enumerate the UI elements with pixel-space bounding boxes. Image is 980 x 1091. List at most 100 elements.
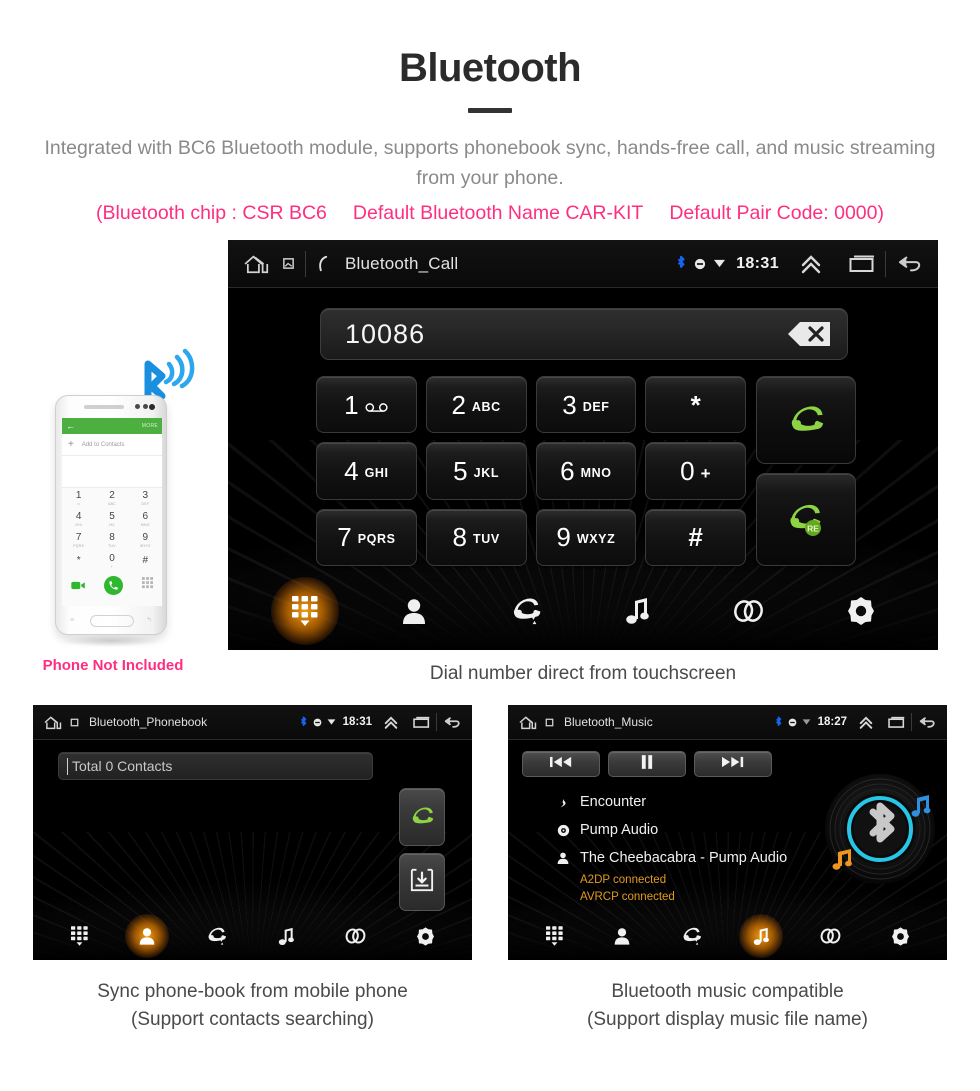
previous-track-button[interactable]: [522, 751, 600, 777]
nav-pair[interactable]: [733, 599, 764, 623]
statusbar-divider: [305, 250, 306, 277]
recent-apps-icon[interactable]: [849, 254, 875, 274]
recent-apps-icon[interactable]: [888, 716, 905, 729]
key-1[interactable]: 1: [316, 376, 417, 434]
nav-call-history[interactable]: [681, 926, 702, 946]
phone-key: 4 GHI: [62, 509, 96, 530]
next-track-button[interactable]: [694, 751, 772, 777]
back-icon[interactable]: [918, 715, 937, 730]
mute-icon: [313, 718, 322, 727]
nav-contacts[interactable]: [402, 598, 426, 624]
key-hash[interactable]: #: [645, 508, 746, 566]
spec-chip: (Bluetooth chip : CSR BC6: [96, 202, 327, 225]
signal-icon: [713, 258, 726, 269]
redial-button[interactable]: RE: [756, 473, 856, 566]
bottom-nav: [508, 912, 947, 960]
nav-settings[interactable]: [892, 926, 910, 946]
nav-call-history[interactable]: [206, 926, 227, 946]
nav-dialpad[interactable]: [291, 596, 318, 626]
phone-shadow: [61, 635, 161, 647]
phone-action-row: [62, 572, 162, 599]
bluetooth-icon: [299, 716, 308, 729]
key-2[interactable]: 2 ABC: [425, 376, 527, 434]
screen-icon[interactable]: [70, 718, 79, 727]
back-icon[interactable]: [443, 715, 462, 730]
nav-pair[interactable]: [345, 928, 366, 944]
key-0[interactable]: 0 +: [645, 442, 746, 500]
pause-button[interactable]: [608, 751, 686, 777]
spec-pair-code: Default Pair Code: 0000): [669, 202, 884, 225]
key-5[interactable]: 5 JKL: [425, 442, 527, 500]
avrcp-status: AVRCP connected: [580, 890, 675, 903]
clock: 18:31: [736, 254, 779, 272]
dialed-number-field[interactable]: 10086: [320, 308, 848, 360]
phone-menu-softkey: ≡: [70, 617, 75, 624]
phone-key-letters: TUV: [108, 544, 116, 548]
phonebook-call-button[interactable]: [399, 788, 445, 846]
key-letters: PQRS: [357, 532, 396, 547]
phone-key-letters: ∞: [77, 502, 81, 506]
nav-settings[interactable]: [417, 926, 435, 946]
nav-music[interactable]: [278, 927, 294, 946]
call-button[interactable]: [756, 376, 856, 464]
phone-keypad: 1 ∞ 2 ABC 3 DEF 4 GHI 5 JKL 6 MNO 7 PQRS 8 TUV 9…: [62, 488, 162, 572]
nav-dialpad[interactable]: [545, 926, 563, 946]
phone-not-included-note: Phone Not Included: [42, 657, 184, 674]
key-letters: DEF: [582, 399, 610, 414]
phone-key-letters: MNO: [140, 523, 150, 527]
contacts-search-input[interactable]: Total 0 Contacts: [58, 752, 373, 780]
key-star[interactable]: *: [645, 376, 746, 434]
phone-key-digit: *: [76, 555, 81, 566]
key-letters: +: [700, 463, 712, 483]
nav-dialpad[interactable]: [70, 926, 88, 946]
key-7[interactable]: 7 PQRS: [316, 508, 417, 566]
nav-music[interactable]: [753, 927, 769, 946]
phone-key-digit: 7: [75, 532, 82, 543]
phonebook-caption-line2: (Support contacts searching): [131, 1008, 374, 1030]
key-digit: 2: [451, 389, 466, 420]
backspace-icon[interactable]: [783, 319, 835, 349]
screen-icon[interactable]: [282, 257, 295, 270]
nav-pair[interactable]: [820, 928, 841, 944]
home-icon[interactable]: [43, 714, 65, 731]
key-digit: 6: [560, 455, 575, 486]
nav-contacts[interactable]: [139, 927, 155, 945]
spec-line: (Bluetooth chip : CSR BC6 Default Bluetoo…: [0, 202, 980, 225]
chevron-up-icon[interactable]: [858, 715, 874, 730]
key-3[interactable]: 3 DEF: [535, 376, 637, 434]
phone-key-digit: 0: [109, 553, 115, 564]
page-root: Bluetooth Integrated with BC6 Bluetooth …: [0, 0, 980, 1091]
music-caption-line1: Bluetooth music compatible: [611, 981, 844, 1002]
key-9[interactable]: 9 WXYZ: [535, 508, 637, 566]
phonebook-caption: Sync phone-book from mobile phone (Suppo…: [33, 978, 472, 1033]
page-title: Bluetooth: [398, 46, 582, 90]
phone-key-letters: PQRS: [73, 544, 85, 548]
disc-icon: [556, 824, 570, 837]
text-caret: [67, 757, 68, 775]
key-6[interactable]: 6 MNO: [535, 442, 637, 500]
phone-key-digit: 8: [109, 532, 115, 543]
phonebook-caption-line1: Sync phone-book from mobile phone: [97, 981, 408, 1002]
phone-key-digit: #: [142, 555, 149, 566]
key-8[interactable]: 8 TUV: [425, 508, 527, 566]
redial-icon: RE: [782, 495, 830, 544]
home-icon[interactable]: [518, 714, 540, 731]
download-contacts-button[interactable]: [399, 853, 445, 911]
home-icon[interactable]: [242, 252, 274, 276]
phone-key: 0 +: [95, 551, 129, 572]
status-bar: Bluetooth_Phonebook 18:31: [33, 705, 472, 740]
chevron-up-icon[interactable]: [799, 253, 823, 275]
phone-icon[interactable]: [316, 255, 331, 273]
nav-settings[interactable]: [848, 597, 875, 625]
chevron-up-icon[interactable]: [383, 715, 399, 730]
nav-call-history[interactable]: [510, 596, 542, 626]
phone-key: 5 JKL: [95, 509, 129, 530]
nav-music[interactable]: [625, 597, 650, 625]
statusbar-divider: [436, 713, 437, 731]
screen-icon[interactable]: [545, 718, 554, 727]
key-4[interactable]: 4 GHI: [316, 442, 417, 500]
nav-contacts[interactable]: [614, 927, 630, 945]
phone-sensor-1: [135, 404, 140, 409]
recent-apps-icon[interactable]: [413, 716, 430, 729]
back-icon[interactable]: [896, 253, 924, 275]
